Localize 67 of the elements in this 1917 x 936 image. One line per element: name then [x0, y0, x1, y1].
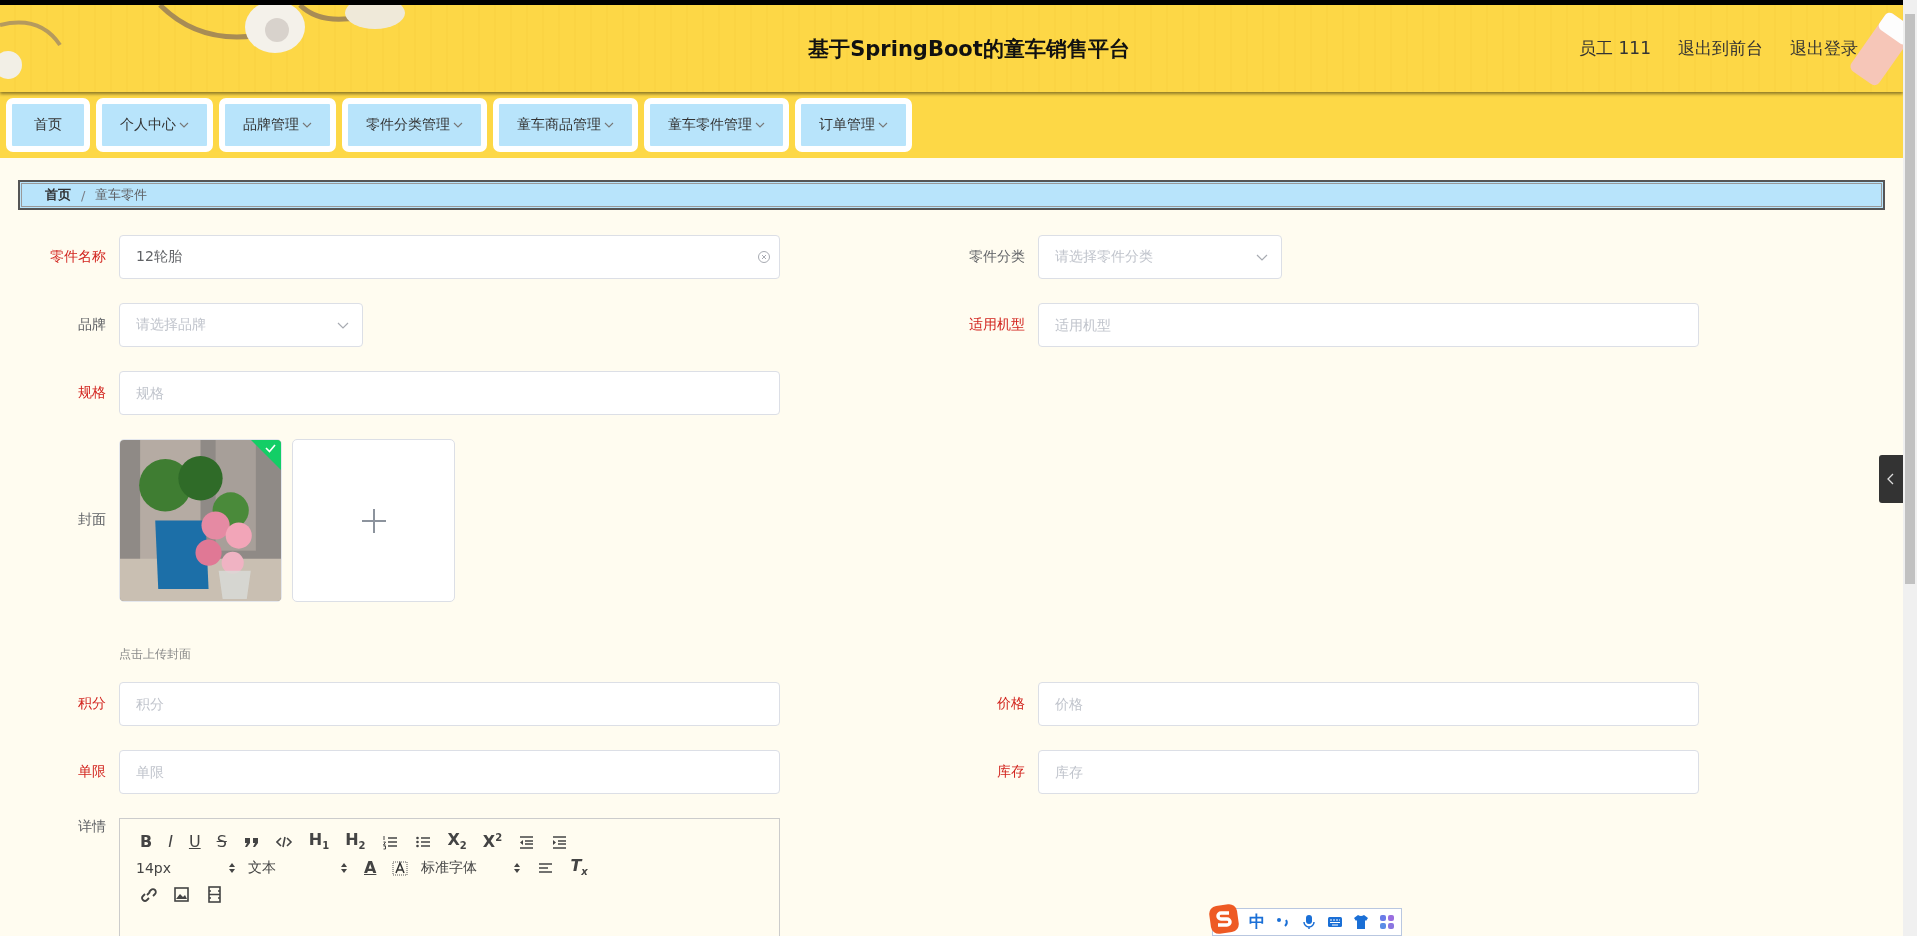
toolbar-dropdown[interactable]: 标准字体: [421, 859, 526, 877]
input-field[interactable]: 单限: [119, 750, 780, 794]
apps-icon[interactable]: [1379, 914, 1395, 930]
nav-tab[interactable]: 首页: [6, 98, 90, 152]
field-label: 零件名称: [49, 248, 107, 266]
field-label: 积分: [77, 695, 107, 713]
toolbar-button[interactable]: S: [212, 834, 231, 850]
sort-arrows-icon: [340, 862, 348, 874]
input-field[interactable]: 规格: [119, 371, 780, 415]
nav-tab[interactable]: 订单管理: [795, 98, 912, 152]
field-label: 单限: [77, 763, 107, 781]
toolbar-dropdown[interactable]: 文本: [248, 859, 352, 877]
header-link[interactable]: 退出到前台: [1678, 37, 1763, 60]
input-field[interactable]: 积分: [119, 682, 780, 726]
upload-hint: 点击上传封面: [119, 646, 191, 663]
input-field[interactable]: 价格: [1038, 682, 1699, 726]
side-panel-toggle[interactable]: [1879, 455, 1903, 503]
field-label: 价格: [996, 695, 1026, 713]
sort-arrows-icon: [513, 862, 522, 874]
keyboard-icon[interactable]: [1327, 914, 1343, 930]
site-title: 基于SpringBoot的童车销售平台: [808, 35, 1130, 63]
field-label: 零件分类: [968, 248, 1026, 266]
toolbar-button[interactable]: H$_{2}$: [341, 832, 370, 852]
background-icon[interactable]: [392, 859, 410, 877]
toolbar-button[interactable]: B: [136, 834, 157, 850]
nav-tab[interactable]: 个人中心: [96, 98, 213, 152]
toolbar-button[interactable]: U: [184, 834, 205, 850]
input-field[interactable]: 库存: [1038, 750, 1699, 794]
nav-tab[interactable]: 童车零件管理: [644, 98, 789, 152]
image-icon[interactable]: [173, 885, 190, 903]
nav-tab[interactable]: 品牌管理: [219, 98, 336, 152]
toolbar-button[interactable]: H$_{1}$: [304, 832, 334, 852]
toolbar-button[interactable]: I: [164, 834, 177, 850]
chevron-left-icon: [1886, 473, 1896, 485]
toolbar-button[interactable]: X$_{2}$: [443, 832, 471, 852]
toolbar-button[interactable]: T$_{x}$: [566, 858, 592, 878]
sort-arrows-icon: [228, 862, 236, 874]
field-label: 适用机型: [968, 316, 1026, 334]
field-label: 规格: [77, 384, 107, 402]
indent-icon[interactable]: [551, 833, 569, 851]
toolbar-button[interactable]: A: [360, 860, 381, 876]
video-icon[interactable]: [206, 885, 223, 903]
field-label: 品牌: [77, 316, 107, 334]
breadcrumb-item[interactable]: 首页: [45, 186, 71, 204]
ime-logo-icon[interactable]: [1209, 904, 1239, 934]
input-field[interactable]: 适用机型: [1038, 303, 1699, 347]
nav-tab[interactable]: 零件分类管理: [342, 98, 487, 152]
outdent-icon[interactable]: [518, 833, 536, 851]
user-name: 员工 111: [1579, 37, 1651, 60]
link-icon[interactable]: [140, 885, 157, 903]
nav-tab[interactable]: 童车商品管理: [493, 98, 638, 152]
toolbar-button[interactable]: X$^{2}$: [478, 833, 507, 851]
ime-mode-toggle[interactable]: 中: [1249, 911, 1265, 933]
scrollbar[interactable]: [1903, 0, 1917, 936]
field-label: 库存: [996, 763, 1026, 781]
field-label: 封面: [77, 511, 107, 529]
field-label: 详情: [77, 818, 107, 836]
plus-icon: [359, 506, 388, 535]
toolbar-dropdown[interactable]: 14px: [136, 860, 240, 876]
scrollbar-thumb[interactable]: [1905, 14, 1915, 584]
ordered-list-icon[interactable]: [381, 833, 399, 851]
microphone-icon[interactable]: [1301, 914, 1317, 930]
breadcrumb-item: 童车零件: [95, 186, 148, 204]
shirt-icon[interactable]: [1353, 914, 1369, 930]
breadcrumb-separator: /: [81, 187, 86, 203]
header-link[interactable]: 退出登录: [1790, 37, 1858, 60]
input-field[interactable]: 12轮胎: [119, 235, 780, 279]
